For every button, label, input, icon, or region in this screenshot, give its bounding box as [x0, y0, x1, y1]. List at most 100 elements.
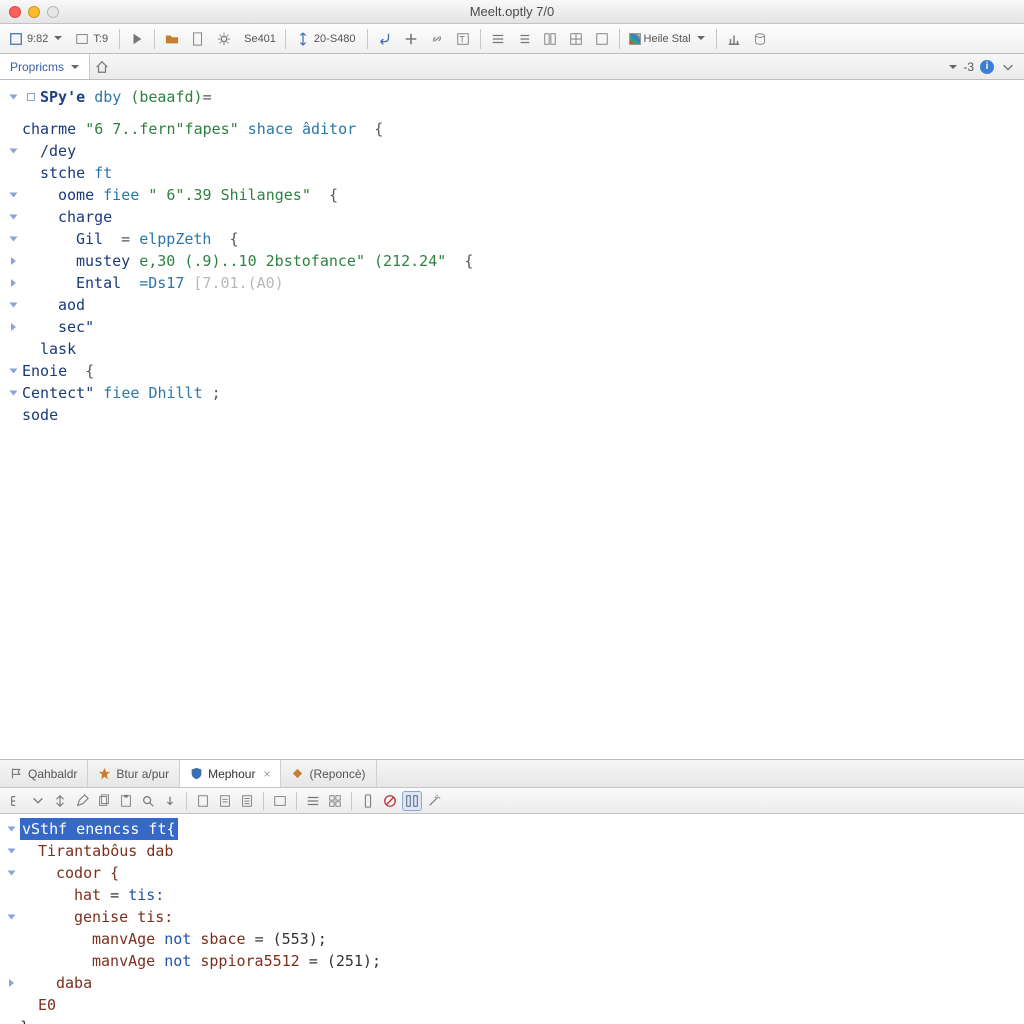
fold-toggle[interactable]	[4, 301, 22, 309]
bt-copy-icon[interactable]	[94, 791, 114, 811]
toolbar-layout2-button[interactable]	[564, 28, 588, 50]
star-icon	[98, 767, 111, 780]
code-token: hat	[74, 884, 101, 906]
code-token: sec"	[58, 316, 94, 338]
fold-toggle[interactable]	[2, 825, 20, 833]
code-token: fiee	[103, 184, 139, 206]
bt-paste-icon[interactable]	[116, 791, 136, 811]
code-token: ft	[94, 162, 112, 184]
bt-cols-icon[interactable]	[402, 791, 422, 811]
chevron-down-icon[interactable]	[946, 60, 957, 74]
toolbar-separator	[119, 29, 120, 49]
fold-toggle[interactable]	[4, 389, 22, 397]
bt-tree-icon[interactable]	[6, 791, 26, 811]
toolbar-separator	[296, 792, 297, 810]
bt-unfold-icon[interactable]	[50, 791, 70, 811]
bottom-tab-label: Qahbaldr	[28, 767, 77, 781]
toolbar-t9-button[interactable]: T:9	[70, 28, 114, 50]
bt-grid-icon[interactable]	[325, 791, 345, 811]
code-token: charme	[22, 118, 76, 140]
fold-toggle[interactable]	[2, 979, 20, 987]
fold-toggle[interactable]	[2, 913, 20, 921]
toolbar-doc-button[interactable]	[186, 28, 210, 50]
bt-doc2-icon[interactable]	[215, 791, 235, 811]
code-token: manvAge	[92, 950, 155, 972]
toolbar-list1-button[interactable]	[486, 28, 510, 50]
code-token: genise tis:	[74, 906, 173, 928]
code-token: ;	[212, 382, 221, 404]
toolbar-chart-button[interactable]	[722, 28, 746, 50]
fold-toggle[interactable]	[4, 235, 22, 243]
toolbar-folder-button[interactable]	[160, 28, 184, 50]
fold-toggle[interactable]	[4, 147, 22, 155]
toolbar-text-button[interactable]: T	[451, 28, 475, 50]
window-title: Meelt.optly 7/0	[0, 4, 1024, 19]
bottom-tab-mephour[interactable]: Mephour ×	[180, 760, 281, 787]
bt-doc-icon[interactable]	[193, 791, 213, 811]
toolbar-layout3-button[interactable]	[590, 28, 614, 50]
fold-toggle[interactable]	[4, 279, 22, 287]
close-window-button[interactable]	[9, 6, 21, 18]
toolbar-style-combo[interactable]: Heile Stal	[625, 28, 711, 50]
bt-wand-icon[interactable]	[424, 791, 444, 811]
diamond-icon	[291, 767, 304, 780]
toolbar-play-button[interactable]	[125, 28, 149, 50]
code-token: (beaafd)	[130, 86, 202, 108]
bt-down-icon[interactable]	[160, 791, 180, 811]
code-token: fiee	[103, 382, 139, 404]
bt-edit-icon[interactable]	[72, 791, 92, 811]
code-token: shace	[248, 118, 293, 140]
fold-toggle[interactable]	[4, 323, 22, 331]
bt-search-icon[interactable]	[138, 791, 158, 811]
bottom-panel[interactable]: vSthf enencss ft{ Tirantabôus dab codor …	[0, 814, 1024, 1024]
bt-doc3-icon[interactable]	[237, 791, 257, 811]
bt-pane-icon[interactable]	[270, 791, 290, 811]
fold-toggle[interactable]	[4, 191, 22, 199]
code-token: sbace	[200, 928, 245, 950]
minimize-window-button[interactable]	[28, 6, 40, 18]
toolbar-20-button[interactable]: 20-S480	[291, 28, 362, 50]
tab-home-button[interactable]	[90, 56, 114, 78]
bt-mobile-icon[interactable]	[358, 791, 378, 811]
bt-lines-icon[interactable]	[303, 791, 323, 811]
code-token: Shilanges"	[221, 184, 311, 206]
toolbar-zoom-combo[interactable]: 9:82	[4, 28, 68, 50]
svg-text:T: T	[459, 34, 465, 44]
toolbar-gear-button[interactable]	[212, 28, 238, 50]
bottom-tab-btur[interactable]: Btur a/pur	[88, 760, 180, 787]
zoom-window-button[interactable]	[47, 6, 59, 18]
line-marker[interactable]	[22, 93, 40, 101]
fold-toggle[interactable]	[2, 847, 20, 855]
code-token: elppZeth	[139, 228, 211, 250]
toolbar-list2-button[interactable]	[512, 28, 536, 50]
toolbar-layout1-button[interactable]	[538, 28, 562, 50]
code-editor[interactable]: SPy'e dby (beaafd)= charme "6 7..fern"fa…	[0, 80, 1024, 760]
fold-toggle[interactable]	[4, 257, 22, 265]
fold-toggle[interactable]	[4, 93, 22, 101]
toolbar-separator	[619, 29, 620, 49]
bt-fold-icon[interactable]	[28, 791, 48, 811]
bottom-tabbar: Qahbaldr Btur a/pur Mephour × (Reponcè)	[0, 760, 1024, 788]
fold-toggle[interactable]	[2, 869, 20, 877]
close-tab-icon[interactable]: ×	[263, 767, 270, 781]
code-token: Tirantabôus dab	[38, 840, 173, 862]
toolbar-se-button[interactable]: Se401	[240, 28, 280, 50]
fold-toggle[interactable]	[4, 367, 22, 375]
bottom-tab-qahbaldr[interactable]: Qahbaldr	[0, 760, 88, 787]
tab-spacer	[114, 54, 938, 79]
toolbar-plus-button[interactable]	[399, 28, 423, 50]
code-token: daba	[56, 972, 92, 994]
bottom-tab-label: Btur a/pur	[116, 767, 169, 781]
fold-toggle[interactable]	[4, 213, 22, 221]
dropdown-icon[interactable]	[1000, 59, 1016, 75]
toolbar-link-button[interactable]	[425, 28, 449, 50]
code-token: âditor	[302, 118, 356, 140]
tab-propricms[interactable]: Propricms	[0, 54, 90, 79]
bt-block-icon[interactable]	[380, 791, 400, 811]
toolbar-back-button[interactable]	[373, 28, 397, 50]
info-icon[interactable]: i	[980, 60, 994, 74]
toolbar-db-button[interactable]	[748, 28, 772, 50]
code-token: oome	[58, 184, 94, 206]
bottom-tab-reponce[interactable]: (Reponcè)	[281, 760, 376, 787]
tabbar-number: -3	[963, 60, 974, 74]
